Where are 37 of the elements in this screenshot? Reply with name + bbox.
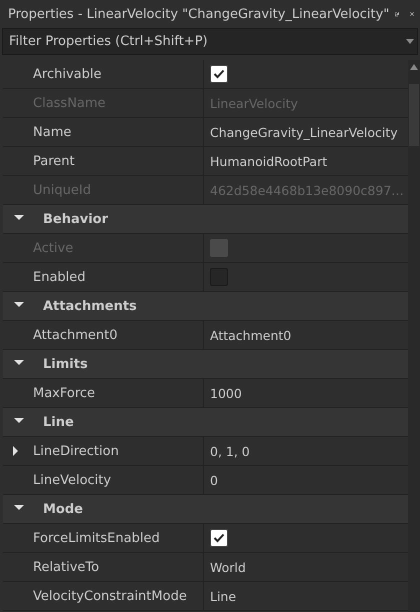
property-value[interactable]: 1000 [210,386,242,400]
property-name: UniqueId [33,182,91,198]
property-name: Attachment0 [33,328,118,342]
section-header[interactable]: Attachments [3,292,408,321]
property-value[interactable]: 0, 1, 0 [210,444,250,458]
property-name: VelocityConstraintMode [33,588,187,604]
property-value[interactable]: ChangeGravity_LinearVelocity [210,124,398,140]
checkbox[interactable] [210,65,228,83]
property-name: MaxForce [33,386,96,400]
property-name: RelativeTo [33,560,100,574]
filter-field[interactable]: Filter Properties (Ctrl+Shift+P) [2,28,418,55]
section-header[interactable]: Limits [3,350,408,379]
property-name: ClassName [33,96,106,110]
section-header[interactable]: Behavior [3,205,408,234]
scrollbar[interactable] [408,60,420,612]
check-icon [213,69,225,79]
property-value[interactable]: HumanoidRootPart [210,154,328,168]
property-name: Parent [33,154,75,168]
property-value[interactable]: World [210,560,246,574]
scroll-up-icon[interactable] [410,64,418,70]
section-header[interactable]: Line [3,408,408,437]
window-title: Properties - LinearVelocity "ChangeGravity_LinearVelocity" [8,6,390,22]
property-name: ForceLimitsEnabled [33,530,160,546]
property-value[interactable]: Attachment0 [210,328,292,342]
scroll-thumb[interactable] [409,84,419,146]
property-name: Active [33,240,74,256]
property-name: Name [33,124,72,140]
section-header[interactable]: Mode [3,495,408,524]
dropdown-icon[interactable] [406,39,414,44]
property-name: LineDirection [33,444,119,458]
property-name: Archivable [33,66,102,82]
checkbox[interactable] [210,529,228,547]
property-value[interactable]: 0 [210,472,218,488]
property-name: Enabled [33,270,86,284]
property-value[interactable]: Line [210,588,236,604]
check-icon [213,533,225,543]
property-name: LineVelocity [33,472,112,488]
